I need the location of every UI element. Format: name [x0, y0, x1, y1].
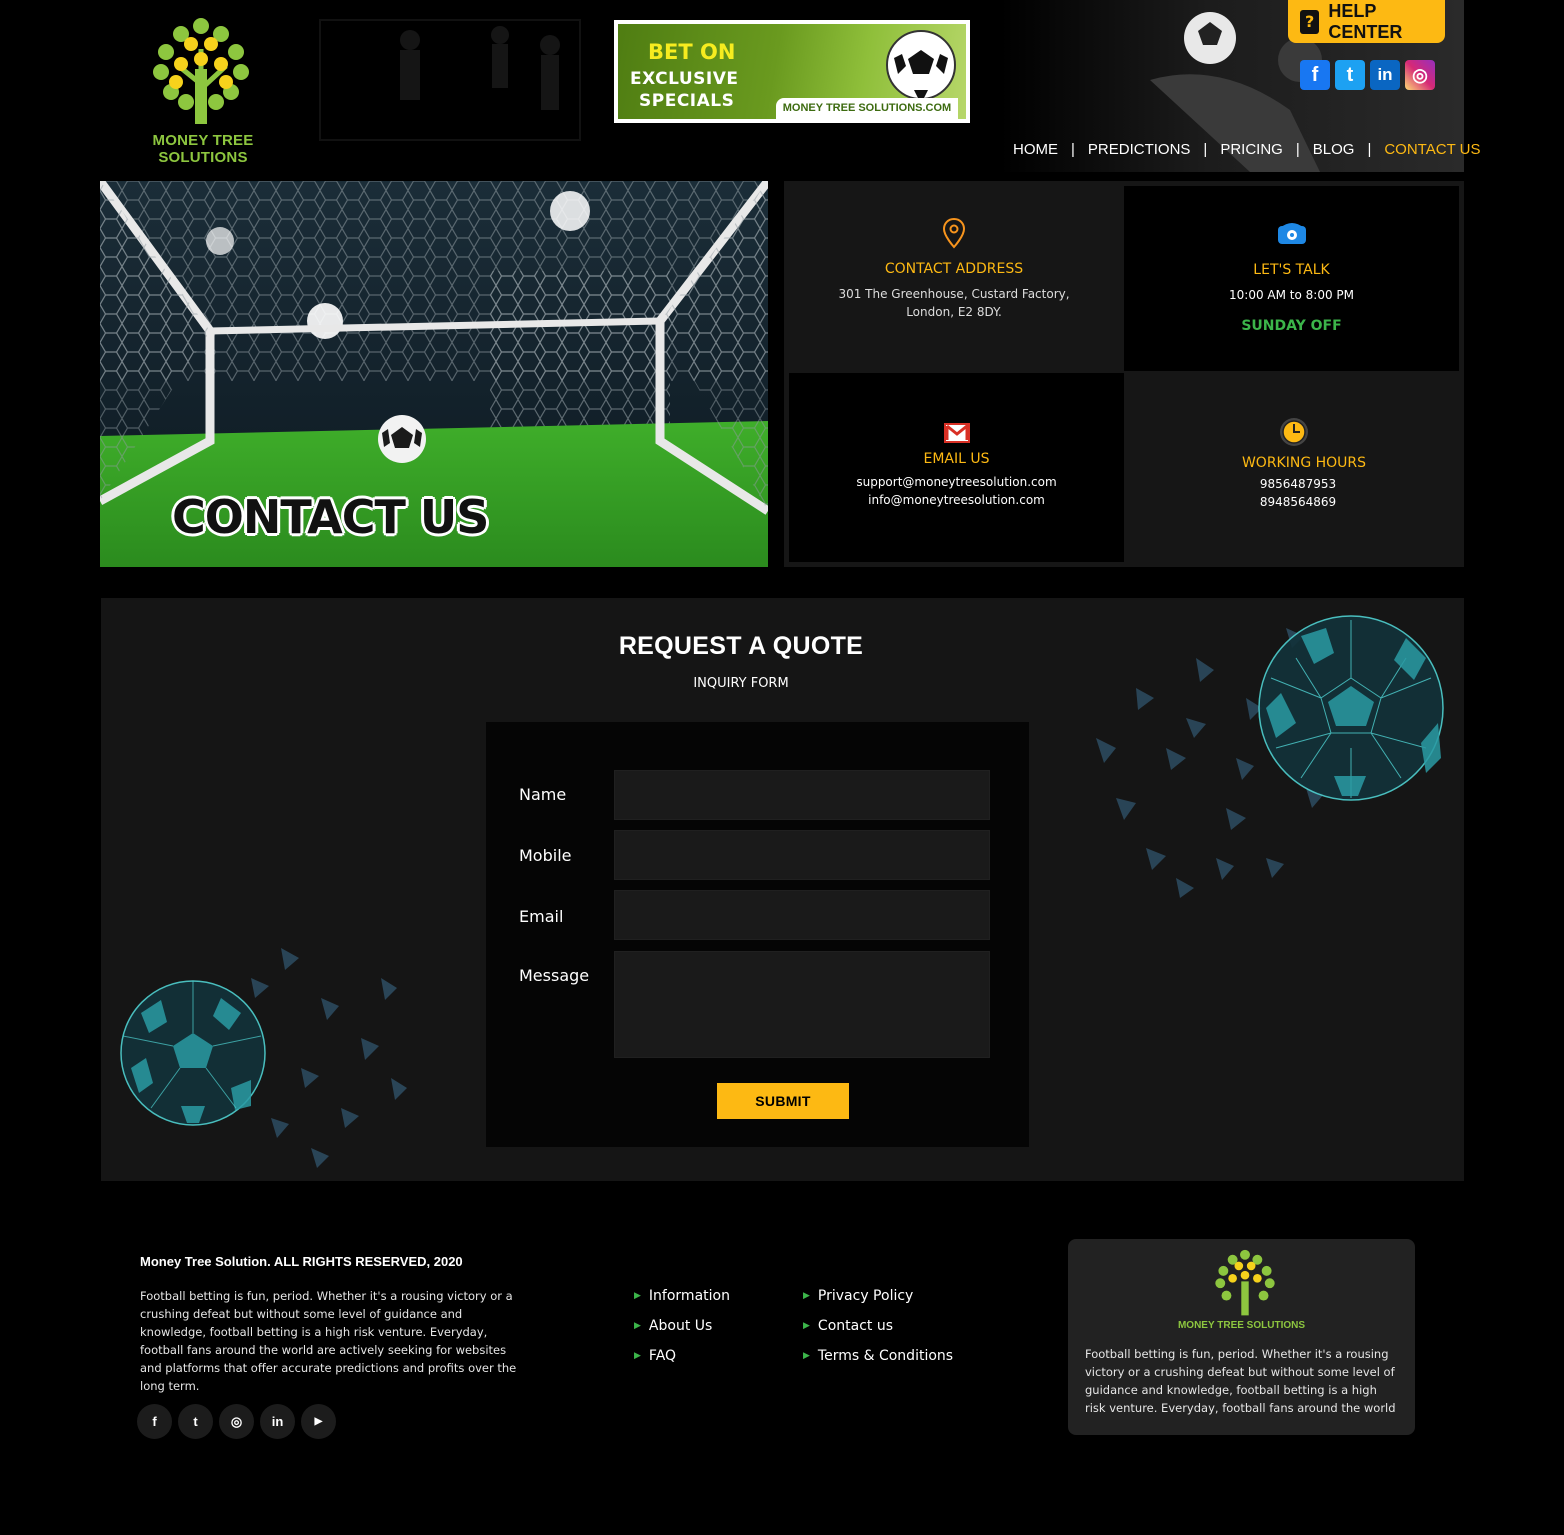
- football-icon: [886, 30, 956, 100]
- nav-home[interactable]: HOME: [1000, 141, 1071, 158]
- lets-talk-hours: 10:00 AM to 8:00 PM: [1229, 288, 1354, 302]
- ad-line-3: SPECIALS: [639, 91, 735, 111]
- submit-button[interactable]: SUBMIT: [717, 1083, 849, 1119]
- lets-talk-card: LET'S TALK 10:00 AM to 8:00 PM SUNDAY OF…: [1124, 186, 1459, 373]
- facebook-icon[interactable]: f: [1300, 60, 1330, 90]
- card-description: Football betting is fun, period. Whether…: [1085, 1347, 1396, 1415]
- instagram-icon[interactable]: ◎: [1405, 60, 1435, 90]
- players-silhouette-image: [319, 19, 581, 141]
- footer-link-faq[interactable]: ▶ FAQ: [634, 1341, 730, 1371]
- linkedin-icon[interactable]: in: [260, 1404, 295, 1439]
- inquiry-form-subtitle: INQUIRY FORM: [693, 676, 789, 691]
- footer-link-terms[interactable]: ▶ Terms & Conditions: [803, 1341, 953, 1371]
- site-logo[interactable]: MONEY TREE SOLUTIONS: [118, 14, 288, 166]
- twitter-icon[interactable]: t: [1335, 60, 1365, 90]
- arrow-right-icon: ▶: [803, 1321, 810, 1331]
- name-input[interactable]: [614, 770, 990, 820]
- footer-links-col1: ▶ Information ▶ About Us ▶ FAQ: [634, 1281, 730, 1371]
- footer-link-privacy-policy[interactable]: ▶ Privacy Policy: [803, 1281, 953, 1311]
- footer-copyright: Money Tree Solution. ALL RIGHTS RESERVED…: [140, 1254, 463, 1269]
- request-quote-section: REQUEST A QUOTE INQUIRY FORM Name Mobile…: [101, 598, 1464, 1181]
- email-label: Email: [519, 907, 564, 926]
- footer-links-col2: ▶ Privacy Policy ▶ Contact us ▶ Terms & Con…: [803, 1281, 953, 1371]
- arrow-right-icon: ▶: [634, 1291, 641, 1301]
- nav-contact-us[interactable]: CONTACT US: [1371, 141, 1493, 158]
- contact-info-grid: CONTACT ADDRESS 301 The Greenhouse, Cust…: [784, 181, 1464, 567]
- arrow-right-icon: ▶: [803, 1291, 810, 1301]
- question-icon: ?: [1300, 9, 1320, 34]
- request-quote-title: REQUEST A QUOTE: [618, 632, 864, 660]
- footer-link-contact-us[interactable]: ▶ Contact us: [803, 1311, 953, 1341]
- support-email[interactable]: support@moneytreesolution.com: [789, 473, 1124, 491]
- footer-link-information[interactable]: ▶ Information: [634, 1281, 730, 1311]
- contact-address-line2: London, E2 8DY.: [906, 305, 1002, 319]
- linkedin-icon[interactable]: in: [1370, 60, 1400, 90]
- info-email[interactable]: info@moneytreesolution.com: [789, 491, 1124, 509]
- gmail-icon: [943, 423, 970, 443]
- sunday-off-note: SUNDAY OFF: [1241, 318, 1342, 334]
- youtube-icon[interactable]: ▶: [301, 1404, 336, 1439]
- ad-url: MONEY TREE SOLUTIONS.COM: [776, 98, 958, 119]
- phone-number-2[interactable]: 8948564869: [1128, 493, 1468, 511]
- working-hours-title: WORKING HOURS: [1241, 455, 1367, 471]
- phone-icon: [1277, 223, 1306, 244]
- logo-text: MONEY TREE SOLUTIONS: [152, 132, 254, 166]
- mobile-label: Mobile: [519, 846, 572, 865]
- polygon-football-decoration-left: [120, 948, 407, 1168]
- site-header: MONEY TREE SOLUTIONS BET ON EXCLUSIVE SP…: [0, 0, 1564, 172]
- contact-address-title: CONTACT ADDRESS: [884, 261, 1024, 277]
- email-us-title: EMAIL US: [923, 451, 990, 467]
- footer-about-card: MONEY TREE SOLUTIONS Football betting is…: [1068, 1239, 1415, 1435]
- footer-social-links: f t ◎ in ▶: [137, 1404, 336, 1439]
- card-logo-text: MONEY TREE SOLUTIONS: [1177, 1320, 1306, 1331]
- contact-hero-image: CONTACT US: [100, 181, 768, 567]
- nav-pricing[interactable]: PRICING: [1207, 141, 1296, 158]
- arrow-right-icon: ▶: [803, 1351, 810, 1361]
- contact-address-line1: 301 The Greenhouse, Custard Factory,: [838, 287, 1070, 301]
- footer-link-about-us[interactable]: ▶ About Us: [634, 1311, 730, 1341]
- promo-banner[interactable]: BET ON EXCLUSIVE SPECIALS MONEY TREE SOL…: [614, 20, 970, 123]
- facebook-icon[interactable]: f: [137, 1404, 172, 1439]
- email-input[interactable]: [614, 890, 990, 940]
- header-social-links: f t in ◎: [1300, 60, 1435, 90]
- message-label: Message: [519, 966, 590, 985]
- clock-icon: [1280, 418, 1308, 446]
- ad-line-2: EXCLUSIVE: [630, 69, 739, 89]
- nav-predictions[interactable]: PREDICTIONS: [1075, 141, 1204, 158]
- lets-talk-title: LET'S TALK: [1253, 262, 1330, 278]
- money-tree-icon: [1215, 1249, 1275, 1316]
- main-nav: HOME | PREDICTIONS | PRICING | BLOG | CONTAC…: [1000, 138, 1493, 160]
- location-pin-icon: [942, 217, 966, 249]
- arrow-right-icon: ▶: [634, 1321, 641, 1331]
- working-hours-card: WORKING HOURS 9856487953 8948564869: [1124, 371, 1464, 561]
- nav-blog[interactable]: BLOG: [1300, 141, 1368, 158]
- mobile-input[interactable]: [614, 830, 990, 880]
- contact-address-card: CONTACT ADDRESS 301 The Greenhouse, Cust…: [784, 181, 1124, 371]
- phone-number-1[interactable]: 9856487953: [1128, 475, 1468, 493]
- inquiry-form: Name Mobile Email Message SUBMIT: [486, 722, 1029, 1147]
- help-center-label: HELP CENTER: [1328, 0, 1403, 42]
- money-tree-icon: [153, 18, 249, 124]
- help-center-button[interactable]: ? HELP CENTER: [1288, 0, 1445, 43]
- name-label: Name: [519, 785, 567, 804]
- hero-title: CONTACT US: [172, 490, 489, 544]
- message-textarea[interactable]: [614, 951, 990, 1058]
- twitter-icon[interactable]: t: [178, 1404, 213, 1439]
- ad-headline: BET ON: [648, 40, 736, 64]
- instagram-icon[interactable]: ◎: [219, 1404, 254, 1439]
- arrow-right-icon: ▶: [634, 1351, 641, 1361]
- email-us-card: EMAIL US support@moneytreesolution.com i…: [789, 373, 1124, 562]
- footer-description: Football betting is fun, period. Whether…: [140, 1289, 517, 1393]
